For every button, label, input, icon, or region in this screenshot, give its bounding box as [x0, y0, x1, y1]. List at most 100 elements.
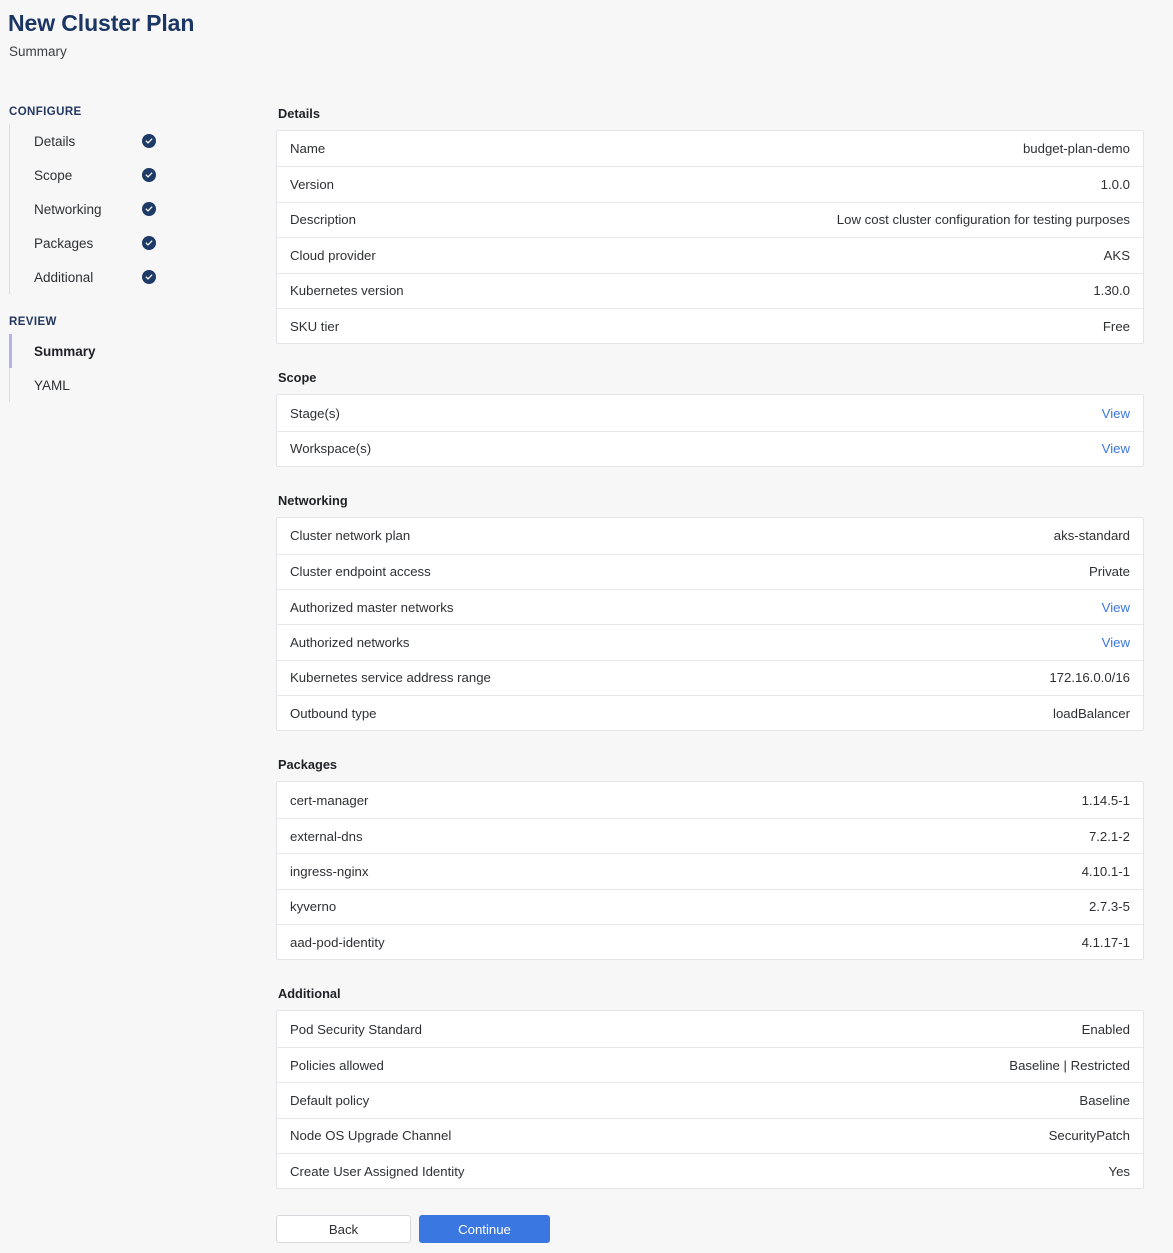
sidebar-item-packages[interactable]: Packages [9, 226, 276, 260]
row-label: Create User Assigned Identity [290, 1163, 465, 1179]
row-label: Workspace(s) [290, 441, 372, 457]
summary-table: cert-manager 1.14.5-1 external-dns 7.2.1-2 i… [276, 781, 1144, 961]
row-label: Cluster network plan [290, 528, 411, 544]
check-circle-icon [142, 202, 156, 216]
table-row: Policies allowed Baseline | Restricted [277, 1046, 1143, 1082]
sidebar-item-scope[interactable]: Scope [9, 158, 276, 192]
row-value: AKS [1103, 247, 1130, 263]
section-title: Scope [278, 370, 317, 386]
nav-group-configure-label: CONFIGURE [9, 106, 82, 118]
row-label: Pod Security Standard [290, 1021, 422, 1037]
row-value: aks-standard [1053, 528, 1130, 544]
sidebar-item-label: Details [34, 133, 76, 149]
table-row: Authorized master networks View [277, 588, 1143, 624]
section-details: Details Name budget-plan-demo Version 1.0.0 D… [276, 106, 1144, 345]
row-value: loadBalancer [1053, 705, 1130, 721]
row-label: Stage(s) [290, 405, 340, 421]
back-button[interactable]: Back [276, 1215, 411, 1244]
table-row: Authorized networks View [277, 624, 1143, 659]
section-networking: Networking Cluster network plan aks-standa… [276, 493, 1144, 732]
table-row: Name budget-plan-demo [277, 131, 1143, 166]
table-row: Create User Assigned Identity Yes [277, 1152, 1143, 1188]
table-row: cert-manager 1.14.5-1 [277, 782, 1143, 817]
row-label: Cloud provider [290, 247, 376, 263]
table-row: Cluster network plan aks-standard [277, 518, 1143, 553]
view-link[interactable]: View [1086, 635, 1130, 650]
table-row: Kubernetes service address range 172.16.0… [277, 659, 1143, 695]
row-label: Version [290, 177, 334, 193]
row-value: 1.30.0 [1093, 283, 1130, 299]
view-link[interactable]: View [1086, 406, 1130, 421]
row-label: cert-manager [290, 792, 369, 808]
row-value: 2.7.3-5 [1088, 899, 1130, 915]
table-row: kyverno 2.7.3-5 [277, 888, 1143, 924]
row-value: 4.10.1-1 [1081, 863, 1130, 879]
summary-table: Pod Security Standard Enabled Policies all… [276, 1010, 1144, 1190]
row-value: Enabled [1081, 1021, 1130, 1037]
summary-table: Name budget-plan-demo Version 1.0.0 Descript… [276, 130, 1144, 345]
sidebar-item-networking[interactable]: Networking [9, 192, 276, 226]
row-value: Low cost cluster configuration for testi… [836, 212, 1130, 228]
row-label: Authorized master networks [290, 599, 454, 615]
table-row: Outbound type loadBalancer [277, 695, 1143, 730]
row-value: 7.2.1-2 [1088, 828, 1130, 844]
row-label: SKU tier [290, 318, 340, 334]
table-row: aad-pod-identity 4.1.17-1 [277, 924, 1143, 959]
table-row: external-dns 7.2.1-2 [277, 817, 1143, 853]
row-value: Free [1102, 318, 1130, 334]
row-label: Authorized networks [290, 634, 410, 650]
row-value: Baseline [1079, 1092, 1130, 1108]
row-value: Private [1088, 564, 1130, 580]
check-circle-icon [142, 168, 156, 182]
page-subtitle: Summary [9, 44, 67, 59]
row-label: Outbound type [290, 705, 377, 721]
sidebar-item-details[interactable]: Details [9, 124, 276, 158]
row-value: SecurityPatch [1048, 1128, 1130, 1144]
table-row: Stage(s) View [277, 395, 1143, 430]
row-label: Node OS Upgrade Channel [290, 1128, 452, 1144]
view-link[interactable]: View [1086, 600, 1130, 615]
row-label: ingress-nginx [290, 863, 369, 879]
section-scope: Scope Stage(s) View Workspace(s) View [276, 370, 1144, 468]
table-row: SKU tier Free [277, 307, 1143, 343]
view-link[interactable]: View [1086, 441, 1130, 456]
nav-list-configure: Details Scope Networking Packages Additional [9, 124, 276, 294]
row-value: Yes [1108, 1163, 1130, 1179]
row-label: external-dns [290, 828, 363, 844]
sidebar-item-summary[interactable]: Summary [9, 334, 276, 368]
sidebar-item-yaml[interactable]: YAML [9, 368, 276, 402]
row-label: Policies allowed [290, 1057, 384, 1073]
row-label: Description [290, 212, 356, 228]
nav-group-review-label: REVIEW [9, 316, 57, 328]
table-row: Kubernetes version 1.30.0 [277, 272, 1143, 308]
continue-button[interactable]: Continue [419, 1215, 550, 1244]
section-title: Details [278, 106, 320, 121]
check-circle-icon [142, 134, 156, 148]
table-row: Cloud provider AKS [277, 237, 1143, 272]
wizard-footer: Back Continue [276, 1215, 1144, 1253]
page-title: New Cluster Plan [8, 10, 195, 36]
row-label: Name [290, 141, 326, 157]
row-value: 4.1.17-1 [1081, 934, 1130, 950]
table-row: Version 1.0.0 [277, 166, 1143, 201]
sidebar-item-label: Networking [34, 201, 102, 217]
sidebar-item-label: YAML [34, 377, 70, 393]
page-header: New Cluster Plan Summary [0, 0, 1173, 62]
page-layout: CONFIGURE Details Scope Networking Packages… [0, 106, 1173, 1253]
table-row: Default policy Baseline [277, 1082, 1143, 1117]
section-title: Packages [278, 757, 338, 773]
sidebar-item-additional[interactable]: Additional [9, 260, 276, 294]
table-row: Description Low cost cluster configuratio… [277, 201, 1143, 237]
row-label: Kubernetes service address range [290, 670, 491, 686]
section-title: Additional [278, 986, 341, 1002]
section-additional: Additional Pod Security Standard Enabled Po… [276, 986, 1144, 1190]
sidebar-item-label: Packages [34, 235, 94, 251]
row-label: Cluster endpoint access [290, 564, 431, 580]
table-row: Node OS Upgrade Channel SecurityPatch [277, 1117, 1143, 1153]
section-title: Networking [278, 493, 348, 509]
wizard-sidebar: CONFIGURE Details Scope Networking Packages… [0, 106, 276, 402]
row-value: budget-plan-demo [1022, 141, 1130, 157]
summary-table: Cluster network plan aks-standard Cluster … [276, 517, 1144, 732]
check-circle-icon [142, 236, 156, 250]
summary-content: Details Name budget-plan-demo Version 1.0.0 D… [276, 106, 1173, 1253]
